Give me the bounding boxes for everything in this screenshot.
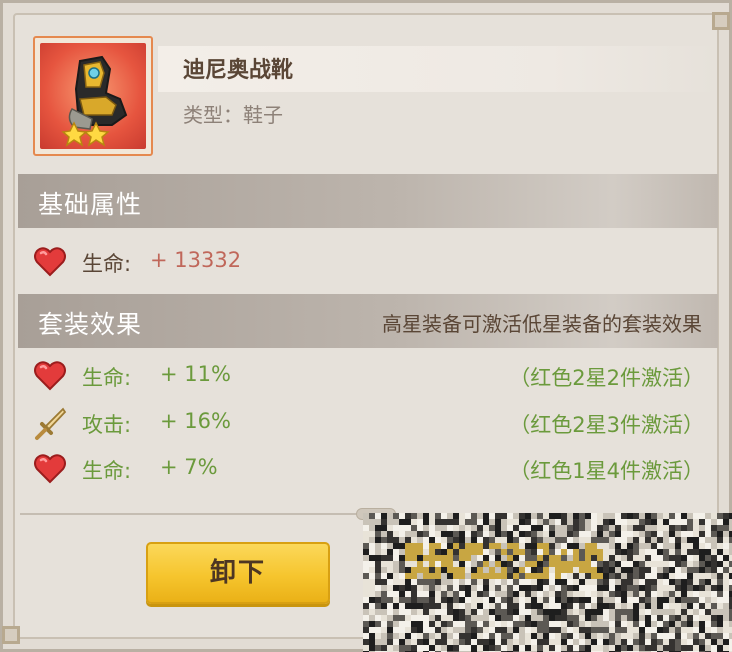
obscured-region [363,513,732,652]
base-attributes-header: 基础属性 [18,174,718,228]
set-effect-row: 生命: + 11% （红色2星2件激活） [32,358,704,394]
sword-icon [32,405,68,441]
effect-condition: （红色2星2件激活） [509,366,704,390]
boot-icon [40,43,146,149]
unequip-button[interactable]: 卸下 [146,542,330,604]
effect-label: 攻击: [82,413,132,437]
base-stat-row: 生命: + 13332 [32,244,704,280]
effect-condition: （红色2星3件激活） [509,413,704,437]
set-effects-note: 高星装备可激活低星装备的套装效果 [382,312,702,336]
effect-value: + 16% [160,409,231,433]
stat-label: 生命: [82,252,132,276]
corner-ornament [712,12,730,30]
item-icon-frame [33,36,153,156]
effect-value: + 11% [160,362,231,386]
effect-label: 生命: [82,366,132,390]
section-title: 套装效果 [38,310,143,339]
item-name: 迪尼奥战靴 [183,58,294,83]
heart-icon [32,358,68,394]
heart-icon [32,451,68,487]
item-type: 类型：鞋子 [183,103,283,127]
set-effects-header: 套装效果 高星装备可激活低星装备的套装效果 [18,294,718,348]
set-effect-row: 生命: + 7% （红色1星4件激活） [32,451,704,487]
effect-value: + 7% [160,455,218,479]
heart-icon [32,244,68,280]
section-title: 基础属性 [38,190,143,219]
set-effect-row: 攻击: + 16% （红色2星3件激活） [32,405,704,441]
stat-value: + 13332 [150,248,242,272]
corner-ornament [2,626,20,644]
effect-label: 生命: [82,459,132,483]
effect-condition: （红色1星4件激活） [509,459,704,483]
